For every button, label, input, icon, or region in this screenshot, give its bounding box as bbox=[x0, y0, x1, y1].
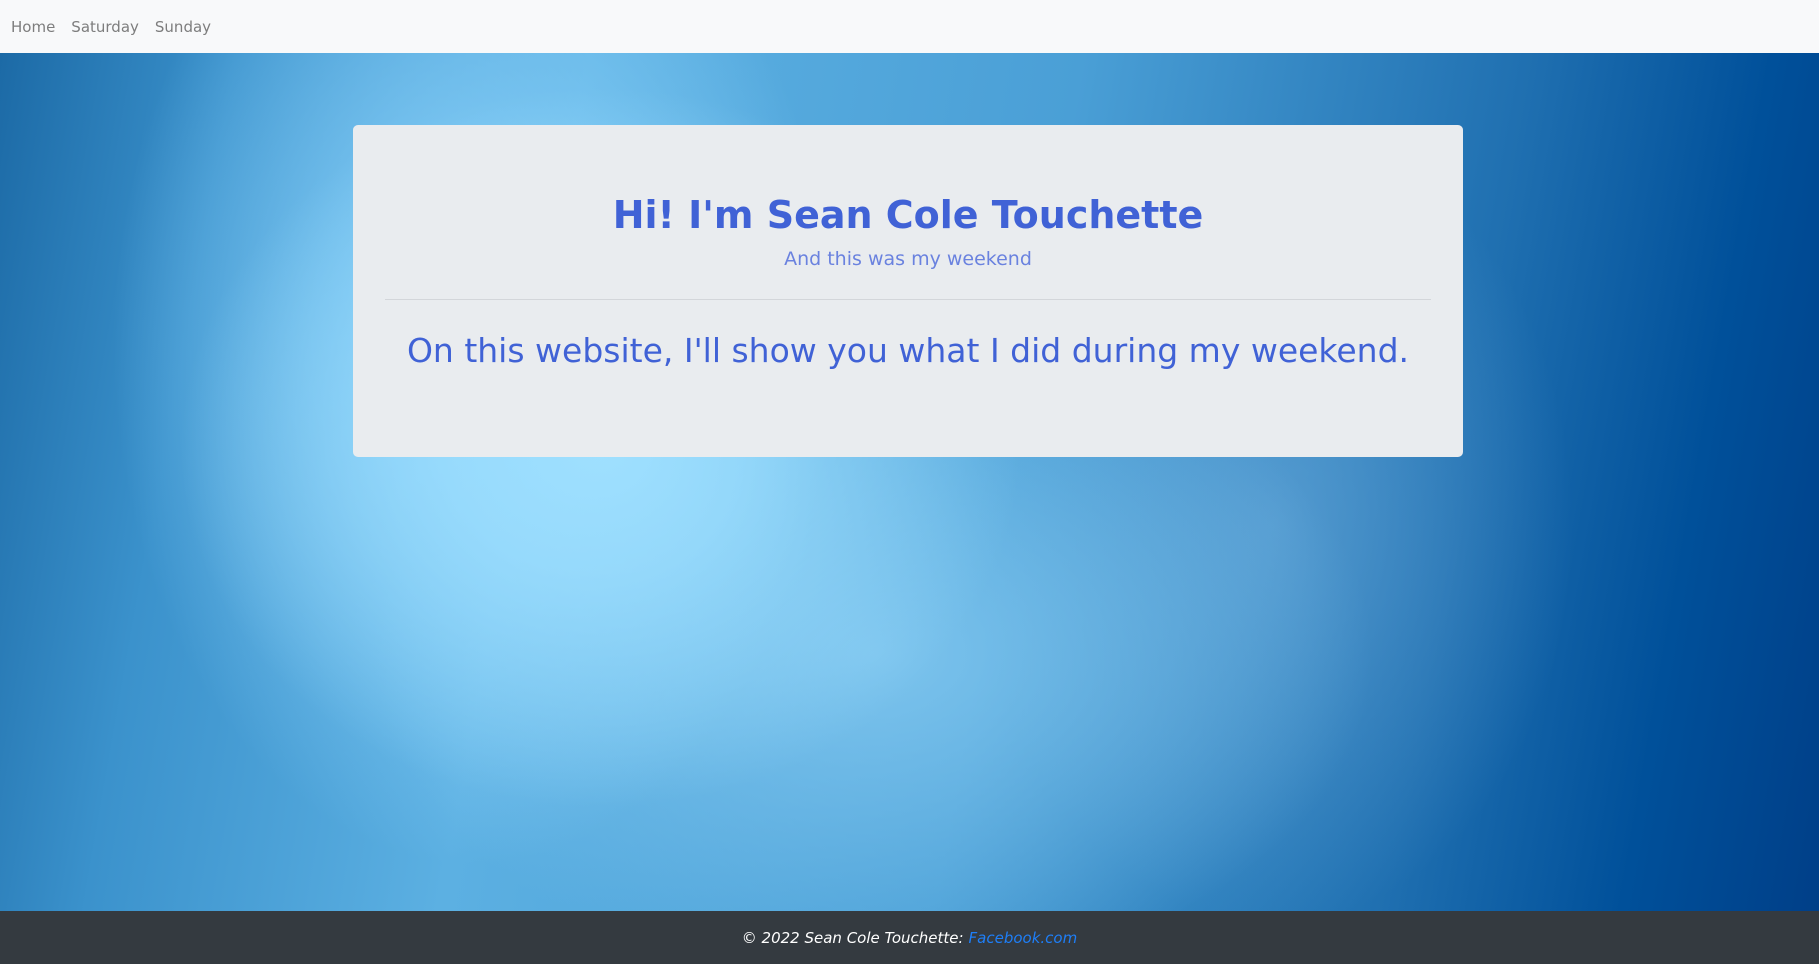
nav-link-saturday[interactable]: Saturday bbox=[71, 18, 139, 36]
nav-link-home[interactable]: Home bbox=[11, 18, 55, 36]
nav-link-sunday[interactable]: Sunday bbox=[155, 18, 211, 36]
facebook-link[interactable]: Facebook.com bbox=[969, 929, 1078, 947]
divider bbox=[385, 299, 1431, 300]
top-navbar: Home Saturday Sunday bbox=[0, 0, 1819, 53]
page-subtitle: And this was my weekend bbox=[784, 248, 1032, 270]
page: Home Saturday Sunday Hi! I'm Sean Cole T… bbox=[0, 0, 1819, 964]
footer-copyright: © 2022 Sean Cole Touchette: bbox=[741, 928, 964, 947]
jumbotron: Hi! I'm Sean Cole Touchette And this was… bbox=[353, 125, 1463, 457]
footer: © 2022 Sean Cole Touchette: Facebook.com bbox=[0, 911, 1819, 964]
page-title: Hi! I'm Sean Cole Touchette bbox=[612, 193, 1204, 237]
intro-text: On this website, I'll show you what I di… bbox=[406, 331, 1410, 370]
